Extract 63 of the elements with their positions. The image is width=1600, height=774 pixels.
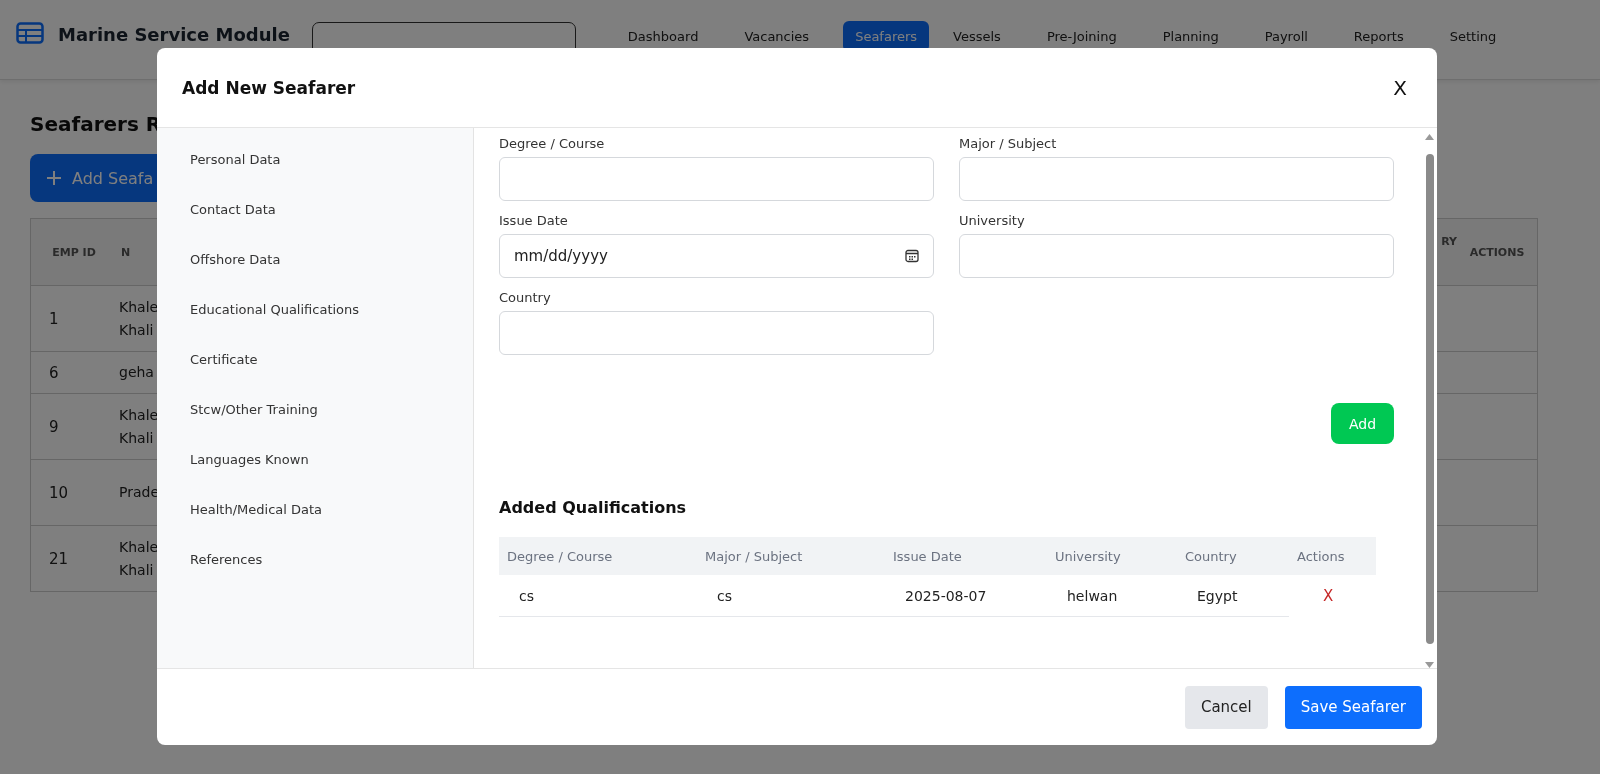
plus-icon <box>46 170 62 186</box>
nav-tab[interactable]: Setting <box>1437 21 1509 52</box>
delete-button[interactable]: X <box>1319 584 1338 607</box>
column-header: Actions <box>1296 548 1346 564</box>
section-item[interactable]: Stcw/Other Training <box>190 400 473 420</box>
nav-tab[interactable]: Planning <box>1150 21 1231 52</box>
table-icon <box>16 22 44 44</box>
cancel-button[interactable]: Cancel <box>1184 685 1268 729</box>
field-label: Major / Subject <box>959 136 1058 151</box>
table-cell-text: 21 <box>48 548 70 570</box>
field-label: Issue Date <box>499 213 569 228</box>
table-cell-text: geha <box>118 363 155 383</box>
section-item[interactable]: Contact Data <box>190 200 473 220</box>
app-title: Marine Service Module <box>58 24 290 45</box>
column-header: ACTIONS <box>1468 244 1526 261</box>
section-item[interactable]: Educational Qualifications <box>190 300 473 320</box>
nav-tab[interactable]: Vessels <box>941 21 1013 52</box>
nav-tab[interactable]: Vacancies <box>732 21 822 52</box>
nav-tab[interactable]: Reports <box>1341 21 1416 52</box>
table-cell-text: Khale Khali <box>118 538 160 580</box>
table-cell-text: 9 <box>48 416 60 438</box>
table-cell-text: Khale Khali <box>118 298 160 340</box>
column-header: University <box>1054 548 1122 564</box>
table-cell-text: Prade <box>118 483 161 503</box>
input-field[interactable] <box>959 157 1394 201</box>
nav-tab[interactable]: Pre-Joining <box>1034 21 1129 52</box>
table-cell: 2025-08-07 <box>885 575 1047 617</box>
column-header: N <box>121 245 131 259</box>
date-field[interactable]: mm/dd/yyyy <box>499 234 934 278</box>
table-cell-text: 1 <box>48 308 60 330</box>
modal-title: Add New Seafarer <box>182 77 356 98</box>
nav-tab[interactable]: Dashboard <box>615 21 711 52</box>
section-heading: Added Qualifications <box>499 498 688 517</box>
field-label: Degree / Course <box>499 136 606 151</box>
table-cell-text: Khale Khali <box>118 406 160 448</box>
section-item[interactable]: Health/Medical Data <box>190 500 473 520</box>
column-header: Major / Subject <box>704 548 804 564</box>
column-header: Degree / Course <box>506 548 614 564</box>
save-button[interactable]: Save Seafarer <box>1284 685 1422 729</box>
section-item[interactable]: Languages Known <box>190 450 473 470</box>
table-cell: helwan <box>1047 575 1177 617</box>
column-header: Country <box>1184 548 1238 564</box>
table-cell: cs <box>499 575 697 617</box>
scroll-up-icon[interactable] <box>1425 134 1434 140</box>
calendar-icon[interactable] <box>905 249 919 263</box>
scroll-down-icon[interactable] <box>1425 662 1434 668</box>
close-button[interactable]: X <box>1389 71 1411 104</box>
table-cell-text: 10 <box>48 482 70 504</box>
column-header: EMP ID <box>51 244 97 261</box>
field-label: University <box>959 213 1026 228</box>
section-item[interactable]: Certificate <box>190 350 473 370</box>
column-header: RY <box>1441 235 1457 248</box>
column-header: Issue Date <box>892 548 963 564</box>
input-field[interactable] <box>499 157 934 201</box>
field-label: Country <box>499 290 552 305</box>
section-item[interactable]: References <box>190 550 473 570</box>
input-field[interactable] <box>499 311 934 355</box>
table-cell-text: 6 <box>48 362 60 384</box>
table-cell: Egypt <box>1177 575 1289 617</box>
input-field[interactable] <box>959 234 1394 278</box>
section-item[interactable]: Offshore Data <box>190 250 473 270</box>
nav-tab[interactable]: Payroll <box>1252 21 1320 52</box>
table-cell: cs <box>697 575 885 617</box>
